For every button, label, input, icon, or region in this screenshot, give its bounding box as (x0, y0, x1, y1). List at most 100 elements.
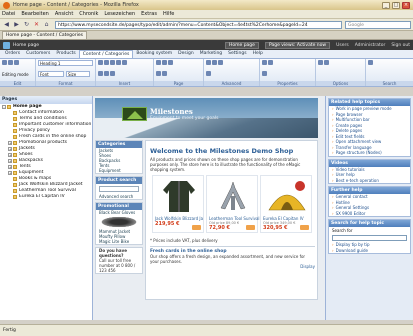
expand-icon[interactable]: + (8, 141, 12, 145)
page-icon (13, 147, 17, 151)
administrator-link[interactable]: Administrator (355, 43, 386, 48)
home-icon[interactable]: ⌂ (42, 20, 51, 29)
promo-item[interactable]: Magic Lite Bike (96, 239, 142, 244)
page-views-button[interactable]: Page views: Activate now (264, 41, 331, 49)
find-icon[interactable] (368, 60, 373, 65)
help-link[interactable]: SX 9900 Editor (329, 211, 410, 217)
navigation-toolbar: ◀ ▶ ↻ ✕ ⌂ https://www.mysecondsite.de/pa… (0, 19, 413, 31)
web-search-input[interactable]: Google (345, 20, 411, 29)
users-link[interactable]: Users (336, 43, 349, 48)
table-icon[interactable] (110, 70, 115, 76)
link-icon[interactable] (98, 70, 103, 76)
shop-main-content: Welcome to the Milestones Demo Shop All … (145, 140, 318, 300)
tab-products[interactable]: Products (53, 50, 78, 58)
expand-icon[interactable]: + (8, 171, 12, 175)
menu-item[interactable]: Hilfe (163, 11, 174, 17)
banner-subtitle: Equipment to meet your goals (150, 116, 219, 121)
add-to-cart-button[interactable] (192, 225, 201, 230)
style-select[interactable]: Heading 1 (38, 60, 93, 66)
product-search-input[interactable] (99, 186, 139, 192)
list-icon[interactable] (122, 60, 127, 65)
workspace: Pages - Home page Contact information Terms… (0, 96, 413, 320)
forward-icon[interactable]: ▶ (12, 20, 21, 29)
save-icon[interactable] (2, 60, 7, 65)
categories-box: Categories Jackets Shoes Backpacks Tents… (95, 140, 143, 174)
tab-design[interactable]: Design (175, 50, 197, 58)
expand-icon[interactable]: + (8, 147, 12, 151)
expand-icon[interactable]: - (2, 105, 6, 109)
reload-icon[interactable]: ↻ (22, 20, 31, 29)
seo-icon[interactable] (268, 60, 273, 65)
menu-item[interactable]: Chronik (79, 11, 98, 17)
html-icon[interactable] (206, 60, 211, 65)
advanced-search-link[interactable]: Advanced search (96, 194, 142, 199)
stop-icon[interactable]: ✕ (32, 20, 41, 29)
redo-icon[interactable] (14, 60, 19, 65)
page-copy-icon[interactable] (162, 60, 167, 65)
home-page-button[interactable]: Home page (224, 41, 259, 49)
promo-item[interactable]: Black Bear Gloves (96, 210, 142, 215)
permissions-icon[interactable] (262, 70, 267, 76)
undo-icon[interactable] (8, 60, 13, 65)
bold-icon[interactable] (98, 60, 103, 65)
page-icon (13, 129, 17, 133)
form-icon[interactable] (212, 60, 217, 65)
add-to-cart-button[interactable] (246, 225, 255, 230)
product-card[interactable]: Jack Wolfskin Blizzard Ja 219,95 € (152, 175, 204, 233)
sign-out-link[interactable]: Sign out (391, 43, 410, 48)
help-search-input[interactable] (332, 235, 407, 241)
properties-icon[interactable] (262, 60, 267, 65)
options-icon[interactable] (318, 60, 323, 65)
help-link[interactable]: Page structure (Nodes) (329, 150, 410, 156)
code-icon[interactable] (206, 70, 211, 76)
intro-text[interactable]: All products and prices shown on these s… (150, 157, 313, 172)
menu-item[interactable]: Ansicht (55, 11, 73, 17)
back-icon[interactable]: ◀ (2, 20, 11, 29)
menu-item[interactable]: Lesezeichen (104, 11, 135, 17)
page-tree-item[interactable]: Eureka El Capitan IV (0, 194, 92, 200)
underline-icon[interactable] (110, 60, 115, 65)
close-button[interactable]: × (402, 1, 410, 9)
tab-orders[interactable]: Orders (2, 50, 23, 58)
help-section: Related help topicsWork in page preview … (328, 98, 411, 157)
page-icon (13, 111, 17, 115)
page-heading[interactable]: Welcome to the Milestones Demo Shop (150, 147, 313, 155)
tab-marketing[interactable]: Marketing (197, 50, 225, 58)
help-link[interactable]: Best e-tech operation (329, 178, 410, 184)
page-new-icon[interactable] (156, 60, 161, 65)
menu-item[interactable]: Extras (141, 11, 157, 17)
tab-booking-system[interactable]: Booking system (133, 50, 175, 58)
widget-icon[interactable] (218, 60, 223, 65)
expand-icon[interactable]: + (8, 159, 12, 163)
help-link[interactable]: Download guide (329, 248, 410, 254)
url-bar[interactable]: https://www.mysecondsite.de/pages/typo/e… (55, 20, 342, 29)
editing-mode-toggle[interactable]: Editing mode (2, 72, 33, 77)
font-select[interactable]: Font (38, 70, 64, 77)
tab-content-categories[interactable]: Content / Categories (78, 50, 134, 58)
browser-tab[interactable]: Home page - Content / Categories (2, 31, 87, 39)
tab-settings[interactable]: Settings (225, 50, 249, 58)
window-title: Home page - Content / Categories - Mozil… (13, 2, 139, 8)
tab-help[interactable]: Help (250, 50, 266, 58)
expand-icon[interactable]: + (8, 153, 12, 157)
add-to-cart-button[interactable] (300, 225, 309, 230)
maximize-button[interactable]: □ (392, 1, 400, 9)
minimize-button[interactable]: _ (382, 1, 390, 9)
page-delete-icon[interactable] (168, 60, 173, 65)
help-panel: Related help topicsWork in page preview … (325, 96, 413, 320)
layout-icon[interactable] (324, 60, 329, 65)
menu-item[interactable]: Bearbeiten (21, 11, 48, 17)
page-preview-icon[interactable] (162, 70, 167, 76)
menu-item[interactable]: Datei (2, 11, 15, 17)
image-icon[interactable] (104, 70, 109, 76)
align-icon[interactable] (116, 60, 121, 65)
page-move-icon[interactable] (156, 70, 161, 76)
category-link[interactable]: Equipment (96, 168, 142, 173)
size-select[interactable]: Size (66, 70, 90, 77)
italic-icon[interactable] (104, 60, 109, 65)
tab-customers[interactable]: Customers (23, 50, 53, 58)
product-card[interactable]: Leatherman Tool Survival Old price 89,00… (206, 175, 260, 233)
display-link[interactable]: Display (150, 264, 315, 269)
product-card[interactable]: Eureka El Capitan IV Old price 349,00 € … (260, 175, 312, 233)
expand-icon[interactable]: + (8, 165, 12, 169)
